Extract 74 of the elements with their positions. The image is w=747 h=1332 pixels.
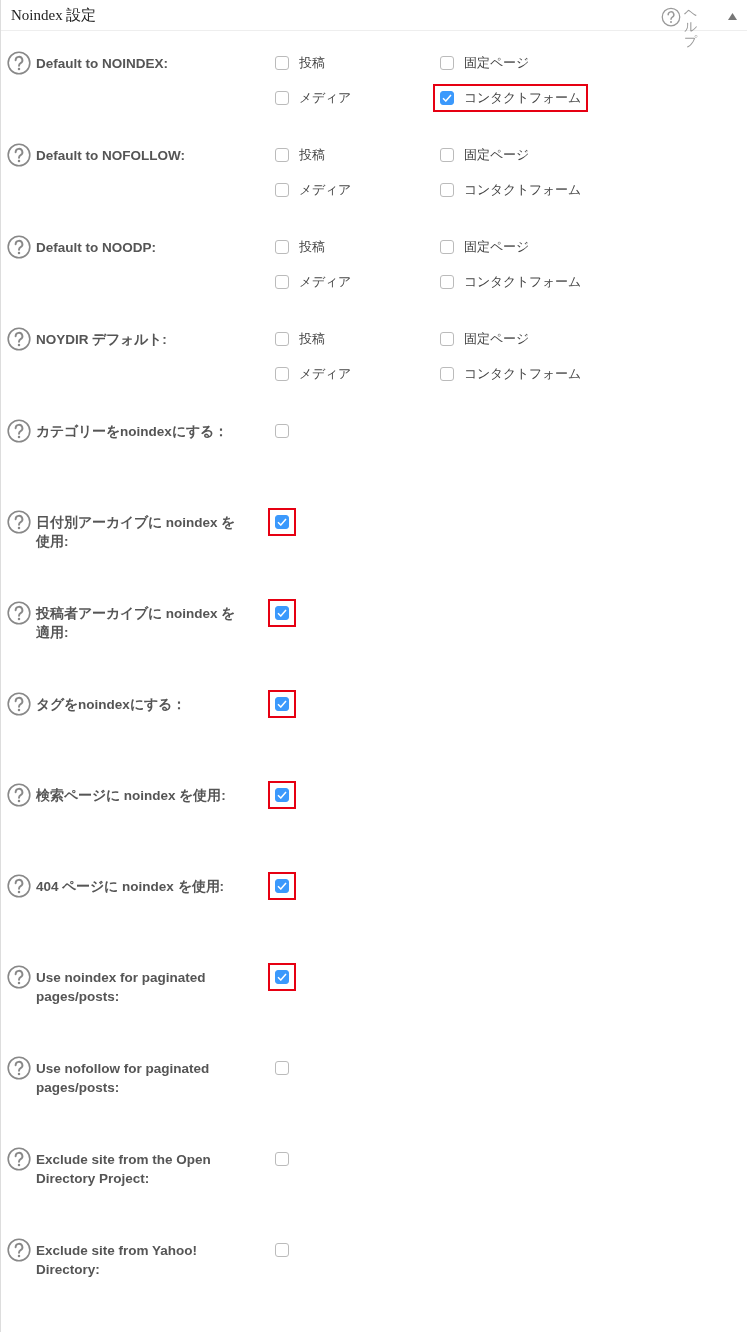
option-label: 固定ページ xyxy=(464,146,529,164)
setting-label: 投稿者アーカイブに noindex を適用: xyxy=(36,605,236,642)
setting-label: Default to NOFOLLOW: xyxy=(36,147,186,165)
checkbox[interactable] xyxy=(275,275,289,289)
option-label: メディア xyxy=(299,181,351,199)
setting-label: カテゴリーをnoindexにする： xyxy=(36,423,229,441)
checkbox[interactable] xyxy=(275,91,289,105)
setting-label: 日付別アーカイブに noindex を使用: xyxy=(36,514,236,551)
help-icon[interactable] xyxy=(7,692,31,716)
option-label: 投稿 xyxy=(299,146,325,164)
help-icon[interactable] xyxy=(7,51,31,75)
help-icon[interactable] xyxy=(7,419,31,443)
option-label: コンタクトフォーム xyxy=(464,365,581,383)
checkbox[interactable] xyxy=(440,275,454,289)
checkbox[interactable] xyxy=(440,91,454,105)
checkbox[interactable] xyxy=(275,56,289,70)
help-icon[interactable] xyxy=(7,1056,31,1080)
option-label: メディア xyxy=(299,365,351,383)
option-label: 固定ページ xyxy=(464,330,529,348)
checkbox[interactable] xyxy=(275,1152,289,1166)
checkbox[interactable] xyxy=(275,1061,289,1075)
option-label: コンタクトフォーム xyxy=(464,89,581,107)
checkbox[interactable] xyxy=(440,240,454,254)
help-icon[interactable] xyxy=(7,1147,31,1171)
checkbox[interactable] xyxy=(275,332,289,346)
option-label: 固定ページ xyxy=(464,238,529,256)
setting-label: 404 ページに noindex を使用: xyxy=(36,878,226,896)
setting-label: Use noindex for paginated pages/posts: xyxy=(36,969,207,1006)
checkbox[interactable] xyxy=(275,183,289,197)
checkbox[interactable] xyxy=(275,606,289,620)
help-icon[interactable] xyxy=(7,327,31,351)
setting-label: Default to NOINDEX: xyxy=(36,55,169,73)
setting-label: Use nofollow for paginated pages/posts: xyxy=(36,1060,211,1097)
help-icon[interactable] xyxy=(7,510,31,534)
setting-label: Default to NOODP: xyxy=(36,239,157,257)
checkbox[interactable] xyxy=(275,240,289,254)
checkbox[interactable] xyxy=(440,183,454,197)
option-label: コンタクトフォーム xyxy=(464,181,581,199)
help-icon[interactable] xyxy=(7,143,31,167)
help-link[interactable]: ヘルプ xyxy=(684,6,697,49)
option-label: 投稿 xyxy=(299,330,325,348)
panel-title: Noindex 設定 xyxy=(11,5,97,25)
checkbox[interactable] xyxy=(275,367,289,381)
checkbox[interactable] xyxy=(440,148,454,162)
option-label: コンタクトフォーム xyxy=(464,273,581,291)
help-icon[interactable] xyxy=(7,235,31,259)
checkbox[interactable] xyxy=(275,879,289,893)
option-label: 投稿 xyxy=(299,54,325,72)
help-icon[interactable] xyxy=(7,1238,31,1262)
checkbox[interactable] xyxy=(440,332,454,346)
checkbox[interactable] xyxy=(275,788,289,802)
help-icon[interactable] xyxy=(7,601,31,625)
checkbox[interactable] xyxy=(275,148,289,162)
help-icon[interactable] xyxy=(7,783,31,807)
collapse-icon[interactable] xyxy=(728,13,737,20)
checkbox[interactable] xyxy=(275,515,289,529)
checkbox[interactable] xyxy=(275,970,289,984)
setting-label: タグをnoindexにする： xyxy=(36,696,187,714)
help-icon[interactable] xyxy=(661,7,681,27)
option-label: メディア xyxy=(299,273,351,291)
setting-label: 検索ページに noindex を使用: xyxy=(36,787,227,805)
checkbox[interactable] xyxy=(440,367,454,381)
checkbox[interactable] xyxy=(275,697,289,711)
option-label: メディア xyxy=(299,89,351,107)
help-icon[interactable] xyxy=(7,965,31,989)
checkbox[interactable] xyxy=(440,56,454,70)
checkbox[interactable] xyxy=(275,1243,289,1257)
option-label: 投稿 xyxy=(299,238,325,256)
option-label: 固定ページ xyxy=(464,54,529,72)
setting-label: Exclude site from the Open Directory Project: xyxy=(36,1151,212,1188)
checkbox[interactable] xyxy=(275,424,289,438)
setting-label: Exclude site from Yahoo! Directory: xyxy=(36,1242,199,1279)
setting-label: NOYDIR デフォルト: xyxy=(36,331,168,349)
help-icon[interactable] xyxy=(7,874,31,898)
